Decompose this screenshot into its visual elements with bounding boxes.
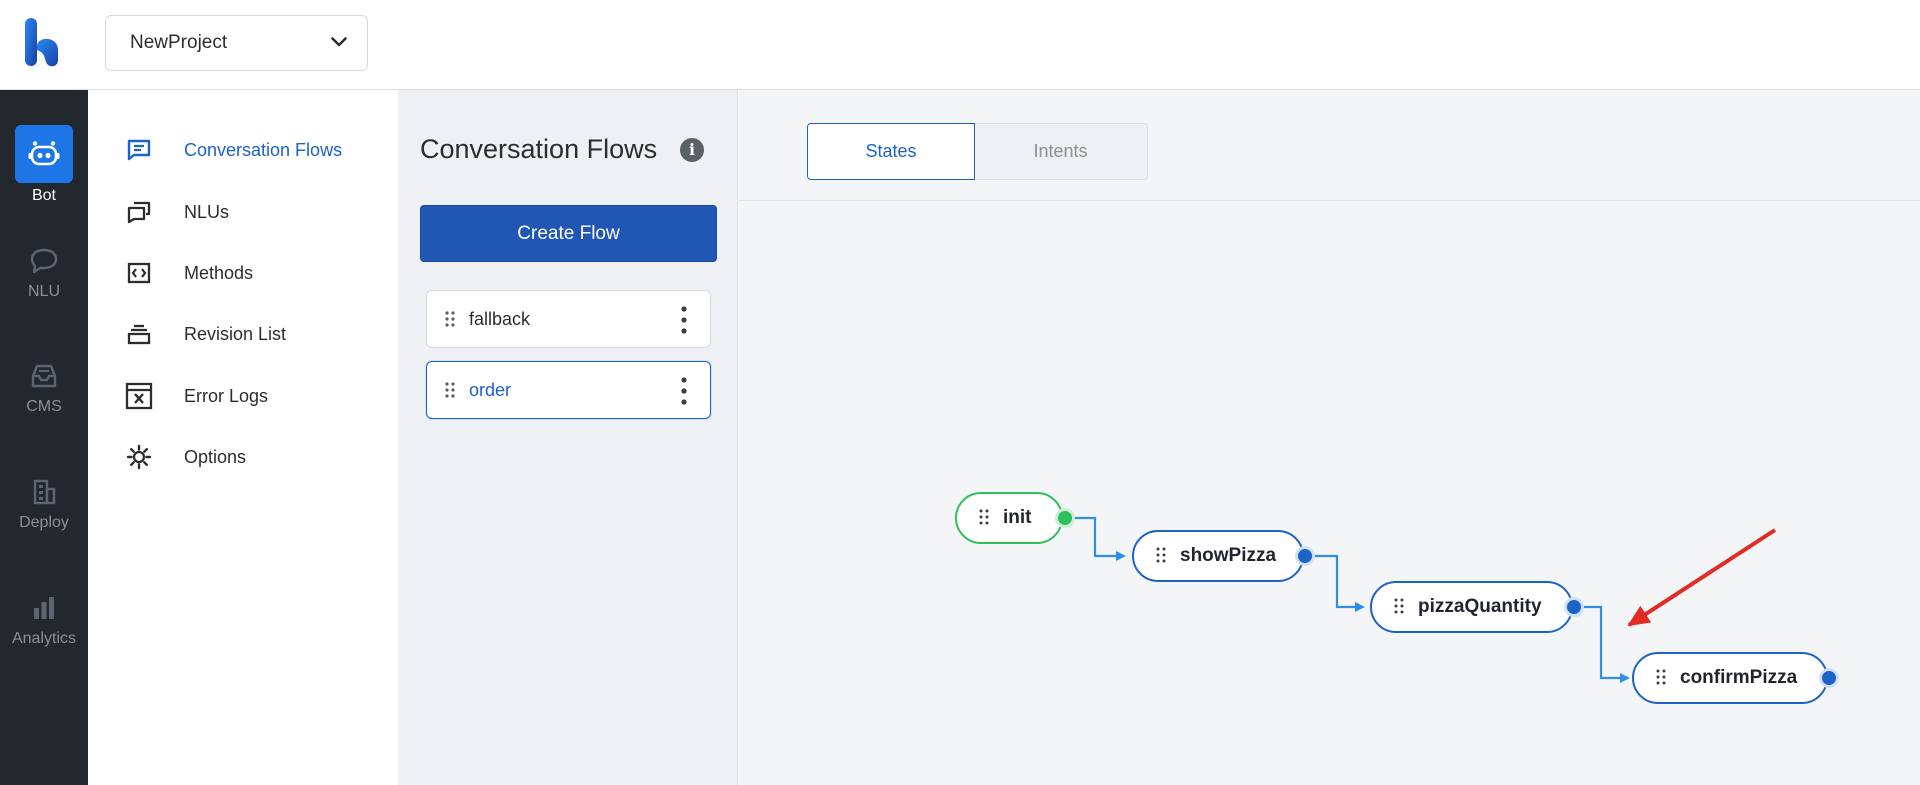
sidebar-item-analytics[interactable]: Analytics xyxy=(0,590,88,690)
messages-icon xyxy=(124,197,154,227)
flow-canvas[interactable]: States Intents init showPizza pizzaQuant… xyxy=(739,90,1920,785)
sidebar-item-cms[interactable]: CMS xyxy=(0,358,88,458)
message-square-icon xyxy=(124,135,154,165)
nav-item-label: Conversation Flows xyxy=(184,139,343,160)
drag-handle-icon[interactable] xyxy=(979,509,991,527)
drag-handle-icon[interactable] xyxy=(1656,669,1668,687)
app-logo[interactable] xyxy=(22,16,62,72)
more-vertical-icon[interactable] xyxy=(680,305,688,335)
sidebar-item-nlu[interactable]: NLU xyxy=(0,243,88,343)
sidebar-item-label: Bot xyxy=(31,187,56,204)
create-flow-button[interactable]: Create Flow xyxy=(420,205,717,262)
panel-title: Conversation Flows xyxy=(420,134,658,164)
chat-bubble-icon xyxy=(15,243,73,279)
main-sidebar: Bot NLU CMS Deploy Analytics xyxy=(0,90,88,785)
state-output-port[interactable] xyxy=(1295,546,1315,566)
flow-item-fallback[interactable]: fallback xyxy=(426,290,711,348)
nav-item-conversation-flows[interactable]: Conversation Flows xyxy=(124,132,342,168)
annotation-arrow xyxy=(1627,528,1777,627)
drag-handle-icon[interactable] xyxy=(1394,598,1406,616)
drag-handle-icon[interactable] xyxy=(443,310,457,328)
flow-item-order[interactable]: order xyxy=(426,361,711,419)
chevron-down-icon xyxy=(331,34,347,52)
sidebar-item-label: Deploy xyxy=(19,514,69,531)
state-node-init[interactable]: init xyxy=(955,492,1063,544)
state-name: showPizza xyxy=(1180,545,1277,566)
state-name: confirmPizza xyxy=(1680,667,1798,688)
nav-item-label: Methods xyxy=(184,262,254,283)
more-vertical-icon[interactable] xyxy=(680,376,688,406)
flow-name: fallback xyxy=(469,308,531,329)
nav-item-label: Options xyxy=(184,446,247,467)
bar-chart-icon xyxy=(15,590,73,626)
code-icon xyxy=(124,258,154,288)
state-graph: init showPizza pizzaQuantity confirmPizz… xyxy=(739,90,1920,785)
state-node-showpizza[interactable]: showPizza xyxy=(1132,530,1304,582)
project-selector[interactable]: NewProject xyxy=(105,15,368,71)
bot-navigation: Conversation Flows NLUs Methods Revision… xyxy=(88,90,398,785)
flows-panel: Conversation Flows i Create Flow fallbac… xyxy=(398,90,738,785)
nav-item-revision-list[interactable]: Revision List xyxy=(124,316,286,352)
top-header: NewProject xyxy=(0,0,1920,90)
sidebar-item-label: NLU xyxy=(27,283,60,300)
nav-item-error-logs[interactable]: Error Logs xyxy=(124,378,268,414)
state-output-port[interactable] xyxy=(1564,597,1584,617)
state-name: pizzaQuantity xyxy=(1418,596,1542,617)
nav-item-label: Error Logs xyxy=(184,385,269,406)
nav-item-methods[interactable]: Methods xyxy=(124,255,253,291)
nav-item-label: NLUs xyxy=(184,201,230,222)
inbox-icon xyxy=(15,358,73,394)
state-output-port[interactable] xyxy=(1055,508,1075,528)
sidebar-item-deploy[interactable]: Deploy xyxy=(0,474,88,574)
sidebar-item-label: Analytics xyxy=(11,630,77,647)
building-icon xyxy=(15,474,73,510)
gear-icon xyxy=(124,442,154,472)
nav-item-nlus[interactable]: NLUs xyxy=(124,194,229,230)
state-node-pizzaquantity[interactable]: pizzaQuantity xyxy=(1370,581,1573,633)
info-icon[interactable]: i xyxy=(680,138,704,162)
state-name: init xyxy=(1003,507,1032,528)
error-log-icon xyxy=(124,381,154,411)
nav-item-options[interactable]: Options xyxy=(124,439,246,475)
tab-states[interactable]: States xyxy=(807,123,975,180)
state-output-port[interactable] xyxy=(1819,668,1839,688)
sidebar-item-label: CMS xyxy=(26,398,62,415)
state-node-confirmpizza[interactable]: confirmPizza xyxy=(1632,652,1828,704)
project-name: NewProject xyxy=(130,32,228,53)
drag-handle-icon[interactable] xyxy=(1156,547,1168,565)
flow-name: order xyxy=(469,379,512,400)
drag-handle-icon[interactable] xyxy=(443,381,457,399)
sidebar-item-bot[interactable]: Bot xyxy=(0,125,88,225)
bot-icon xyxy=(15,125,73,183)
layers-icon xyxy=(124,319,154,349)
nav-item-label: Revision List xyxy=(184,323,287,344)
